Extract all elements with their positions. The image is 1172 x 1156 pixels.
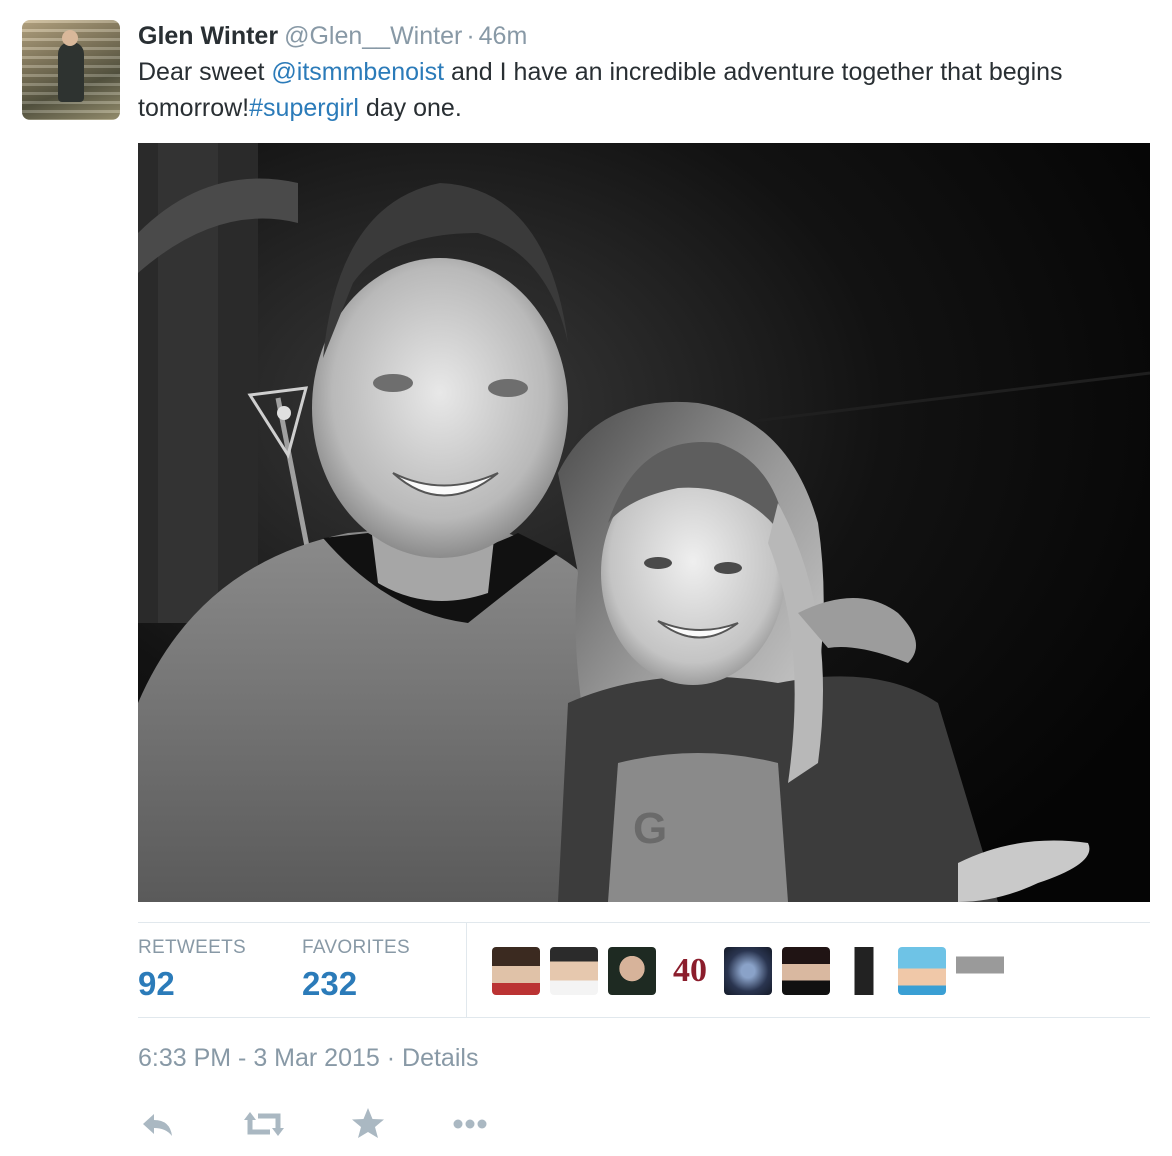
favorite-star-icon (352, 1108, 384, 1138)
tweet-text-part: Dear sweet (138, 58, 272, 86)
retweet-button[interactable] (242, 1104, 286, 1144)
hashtag-link[interactable]: #supergirl (249, 94, 359, 122)
more-ellipsis-icon (453, 1119, 487, 1129)
forty-years-badge: 40 (673, 952, 707, 989)
tweet-stats: RETWEETS 92 FAVORITES 232 40 (138, 922, 1150, 1018)
favorites-count[interactable]: 232 (302, 965, 410, 1003)
author-handle[interactable]: @Glen__Winter (284, 22, 462, 50)
tweet-photo[interactable]: G (138, 143, 1150, 902)
retweet-icon (244, 1112, 284, 1136)
favoriter-avatar[interactable] (550, 947, 598, 995)
tweet-header: Glen Winter @Glen__Winter · 46m (138, 20, 527, 52)
tweet-text: Dear sweet @itsmmbenoist and I have an i… (138, 54, 1138, 126)
favoriter-avatar[interactable] (898, 947, 946, 995)
favoriter-avatar[interactable]: 40 (666, 947, 714, 995)
favoriter-avatar[interactable] (956, 947, 1004, 995)
favoriter-avatar[interactable] (724, 947, 772, 995)
tweet-time[interactable]: 46m (479, 22, 528, 50)
photo-illustration: G (138, 143, 1150, 902)
favoriter-avatar[interactable] (608, 947, 656, 995)
favoriter-avatar[interactable] (840, 947, 888, 995)
retweets-label: RETWEETS (138, 937, 246, 958)
retweets-count[interactable]: 92 (138, 965, 246, 1003)
shirt-graphic: G (633, 804, 667, 853)
details-link[interactable]: Details (402, 1044, 478, 1072)
avatar-figure (58, 42, 84, 102)
author-avatar[interactable] (22, 20, 120, 120)
more-button[interactable] (448, 1104, 492, 1144)
favoriter-avatar[interactable] (492, 947, 540, 995)
author-name[interactable]: Glen Winter (138, 22, 278, 50)
header-separator: · (466, 22, 475, 50)
retweets-stat[interactable]: RETWEETS 92 (138, 937, 246, 1003)
favoriter-avatar[interactable] (782, 947, 830, 995)
avatar-head (62, 30, 78, 46)
tweet-timestamp[interactable]: 6:33 PM - 3 Mar 2015 (138, 1044, 380, 1072)
tweet-meta: 6:33 PM - 3 Mar 2015 · Details (138, 1044, 478, 1073)
tweet-actions (138, 1104, 538, 1144)
favorite-button[interactable] (348, 1104, 392, 1144)
meta-separator: · (386, 1044, 396, 1072)
stats-divider (466, 923, 467, 1017)
mention-link[interactable]: @itsmmbenoist (271, 58, 444, 86)
favorites-stat[interactable]: FAVORITES 232 (302, 937, 410, 1003)
reply-button[interactable] (138, 1104, 182, 1144)
reply-icon (143, 1114, 172, 1136)
tweet-text-part: day one. (358, 94, 462, 122)
favorites-label: FAVORITES (302, 937, 410, 958)
